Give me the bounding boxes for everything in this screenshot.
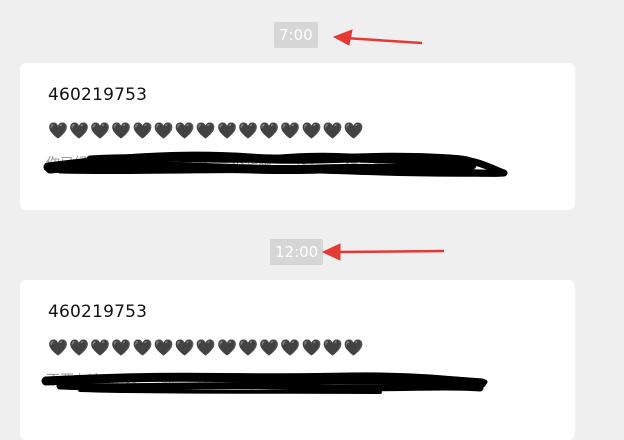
timestamp-badge: 12:00 xyxy=(270,239,324,265)
message-snippet: 你已经相处在一起 ... 爱你 ... 不想睡 ... 认识 ... 在一起 xyxy=(46,156,388,172)
sender-id: 460219753 xyxy=(48,302,148,322)
message-card[interactable]: 460219753 🖤🖤🖤🖤🖤🖤🖤🖤🖤🖤🖤🖤🖤🖤🖤 不要在这 ... 以 ...… xyxy=(20,280,575,440)
heart-emoji-row: 🖤🖤🖤🖤🖤🖤🖤🖤🖤🖤🖤🖤🖤🖤🖤 xyxy=(48,338,365,357)
heart-emoji-row: 🖤🖤🖤🖤🖤🖤🖤🖤🖤🖤🖤🖤🖤🖤🖤 xyxy=(48,121,365,140)
message-snippet: 不要在这 ... 以 ... 你 ... 在一起 xyxy=(46,373,239,389)
message-card[interactable]: 460219753 🖤🖤🖤🖤🖤🖤🖤🖤🖤🖤🖤🖤🖤🖤🖤 你已经相处在一起 ... 爱… xyxy=(20,63,575,210)
timestamp-badge: 7:00 xyxy=(274,22,318,48)
sender-id: 460219753 xyxy=(48,85,148,105)
